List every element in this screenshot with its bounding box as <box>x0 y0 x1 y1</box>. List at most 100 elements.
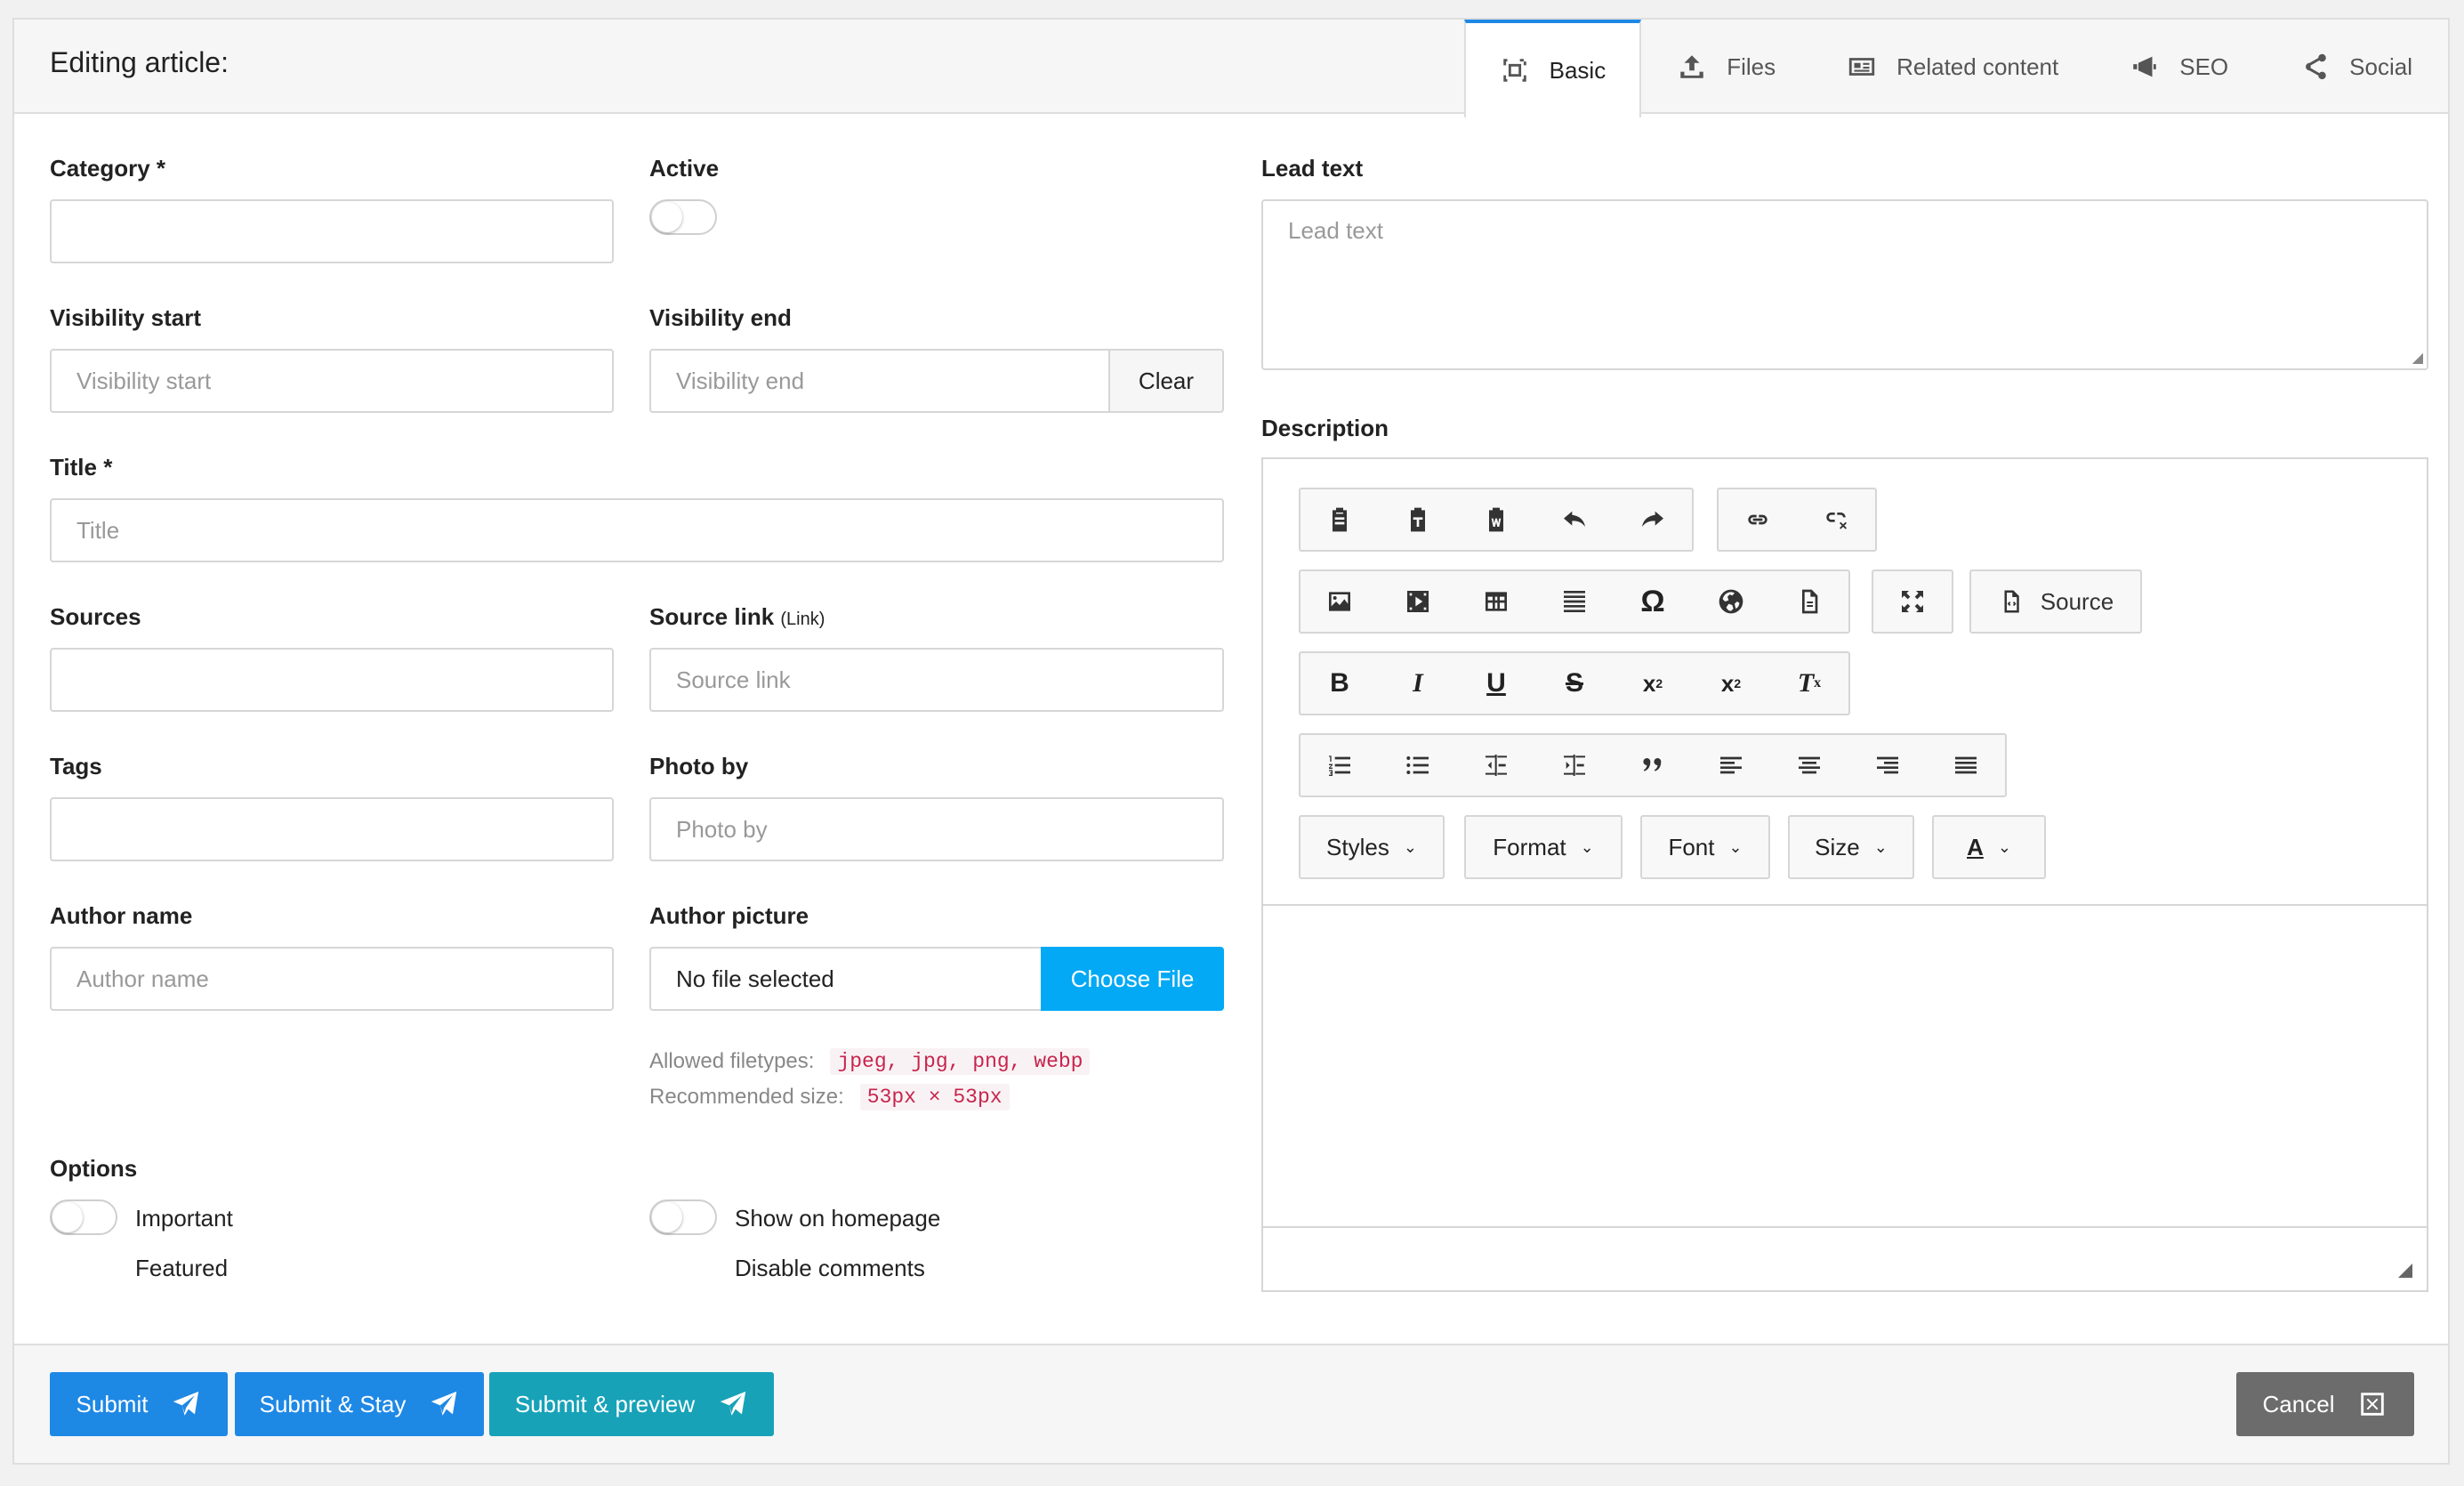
increase-indent-button[interactable] <box>1535 735 1614 795</box>
share-icon <box>2306 53 2326 80</box>
blockquote-button[interactable] <box>1614 735 1692 795</box>
basic-frame-icon <box>1502 59 1526 82</box>
page-break-button[interactable] <box>1770 571 1848 632</box>
source-link-placeholder: Source link <box>676 666 791 693</box>
card-header: Editing article: Basic Files Related con… <box>14 20 2448 117</box>
active-label: Active <box>649 155 720 182</box>
source-button[interactable]: Source <box>1969 569 2142 634</box>
featured-label: Featured <box>135 1255 229 1281</box>
sources-input[interactable] <box>50 648 614 712</box>
horizontal-line-button[interactable] <box>1535 571 1614 632</box>
paste-button[interactable] <box>1300 489 1379 550</box>
show-on-homepage-toggle[interactable] <box>649 1199 717 1235</box>
paste-text-button[interactable] <box>1379 489 1457 550</box>
special-character-button[interactable]: Ω <box>1614 571 1692 632</box>
bulleted-list-button[interactable] <box>1379 735 1457 795</box>
indent-icon <box>1564 755 1585 776</box>
styles-dropdown[interactable]: Styles ⌄ <box>1299 815 1445 879</box>
video-button[interactable] <box>1379 571 1457 632</box>
chevron-down-icon: ⌄ <box>1403 837 1417 856</box>
chevron-down-icon: ⌄ <box>1873 837 1888 856</box>
image-button[interactable] <box>1300 571 1379 632</box>
tab-files[interactable]: Files <box>1641 20 1811 114</box>
clear-button-label: Clear <box>1138 367 1195 394</box>
table-button[interactable] <box>1457 571 1535 632</box>
source-link-input[interactable]: Source link <box>649 648 1224 712</box>
active-toggle[interactable] <box>649 199 717 235</box>
important-label: Important <box>135 1205 233 1232</box>
visibility-start-label: Visibility start <box>50 304 202 331</box>
editor-content-area[interactable] <box>1263 906 2427 1208</box>
remove-format-button[interactable]: Tx <box>1770 653 1848 714</box>
visibility-start-input[interactable]: Visibility start <box>50 349 614 413</box>
source-code-icon <box>2004 590 2019 613</box>
undo-button[interactable] <box>1535 489 1614 550</box>
tab-seo[interactable]: SEO <box>2094 20 2264 114</box>
iframe-button[interactable] <box>1692 571 1770 632</box>
category-input[interactable] <box>50 199 614 263</box>
decrease-indent-button[interactable] <box>1457 735 1535 795</box>
news-icon <box>1848 58 1875 76</box>
redo-icon <box>1642 511 1663 527</box>
subscript-button[interactable]: x2 <box>1614 653 1692 714</box>
toolbar-group-maximize <box>1872 569 1953 634</box>
author-name-input[interactable]: Author name <box>50 947 614 1011</box>
underline-button[interactable]: U <box>1457 653 1535 714</box>
tab-seo-label: SEO <box>2179 52 2229 80</box>
tab-social[interactable]: Social <box>2264 20 2448 114</box>
author-picture-file-status[interactable]: No file selected <box>649 947 1043 1011</box>
link-button[interactable] <box>1719 489 1797 550</box>
photo-by-input[interactable]: Photo by <box>649 797 1224 861</box>
maximize-button[interactable] <box>1873 571 1952 632</box>
align-left-button[interactable] <box>1692 735 1770 795</box>
submit-button-label: Submit <box>76 1390 149 1417</box>
tab-basic[interactable]: Basic <box>1463 20 1642 117</box>
superscript-button[interactable]: x2 <box>1692 653 1770 714</box>
form-actions-bar: Submit Submit & Stay Submit & preview Ca… <box>14 1344 2448 1463</box>
font-dropdown[interactable]: Font ⌄ <box>1640 815 1770 879</box>
align-left-icon <box>1720 756 1742 774</box>
italic-button[interactable]: I <box>1379 653 1457 714</box>
visibility-end-clear-button[interactable]: Clear <box>1108 349 1224 413</box>
paste-word-button[interactable] <box>1457 489 1535 550</box>
justify-button[interactable] <box>1927 735 2005 795</box>
allowed-filetypes-label: Allowed filetypes: <box>649 1049 815 1073</box>
tab-related-content[interactable]: Related content <box>1811 20 2094 114</box>
align-right-button[interactable] <box>1848 735 1927 795</box>
choose-file-button[interactable]: Choose File <box>1041 947 1224 1011</box>
visibility-end-label: Visibility end <box>649 304 792 331</box>
submit-button[interactable]: Submit <box>50 1372 228 1436</box>
lead-text-textarea[interactable]: Lead text ◢ <box>1261 199 2428 370</box>
link-icon <box>1748 514 1767 525</box>
unlink-button[interactable] <box>1797 489 1875 550</box>
sources-label: Sources <box>50 603 141 630</box>
strikethrough-button[interactable]: S <box>1535 653 1614 714</box>
submit-and-stay-button[interactable]: Submit & Stay <box>235 1372 484 1436</box>
format-dropdown[interactable]: Format ⌄ <box>1464 815 1623 879</box>
numbered-list-icon <box>1329 755 1350 776</box>
align-center-button[interactable] <box>1770 735 1848 795</box>
rich-text-editor: Ω Source B I U S x2 x2 Tx Styles ⌄ Forma… <box>1261 457 2428 1292</box>
important-toggle[interactable] <box>50 1199 117 1235</box>
tags-input[interactable] <box>50 797 614 861</box>
editor-status-bar <box>1263 1226 2427 1290</box>
size-dropdown[interactable]: Size ⌄ <box>1788 815 1914 879</box>
chevron-down-icon: ⌄ <box>1580 837 1594 856</box>
bold-button[interactable]: B <box>1300 653 1379 714</box>
document-icon <box>1802 589 1818 614</box>
textarea-resize-handle[interactable]: ◢ <box>2412 349 2423 367</box>
paste-word-icon <box>1489 507 1503 532</box>
quote-icon <box>1643 758 1662 771</box>
title-input[interactable]: Title <box>50 498 1224 562</box>
cancel-button[interactable]: Cancel <box>2236 1372 2414 1436</box>
editor-resize-handle[interactable] <box>2398 1264 2412 1278</box>
submit-and-preview-button[interactable]: Submit & preview <box>489 1372 774 1436</box>
visibility-end-input[interactable]: Visibility end <box>649 349 1110 413</box>
numbered-list-button[interactable] <box>1300 735 1379 795</box>
file-status-text: No file selected <box>676 965 834 992</box>
redo-button[interactable] <box>1614 489 1692 550</box>
undo-icon <box>1564 511 1585 527</box>
text-color-dropdown[interactable]: A ⌄ <box>1932 815 2046 879</box>
toolbar-group-clipboard <box>1299 488 1694 552</box>
description-label: Description <box>1261 415 1389 441</box>
